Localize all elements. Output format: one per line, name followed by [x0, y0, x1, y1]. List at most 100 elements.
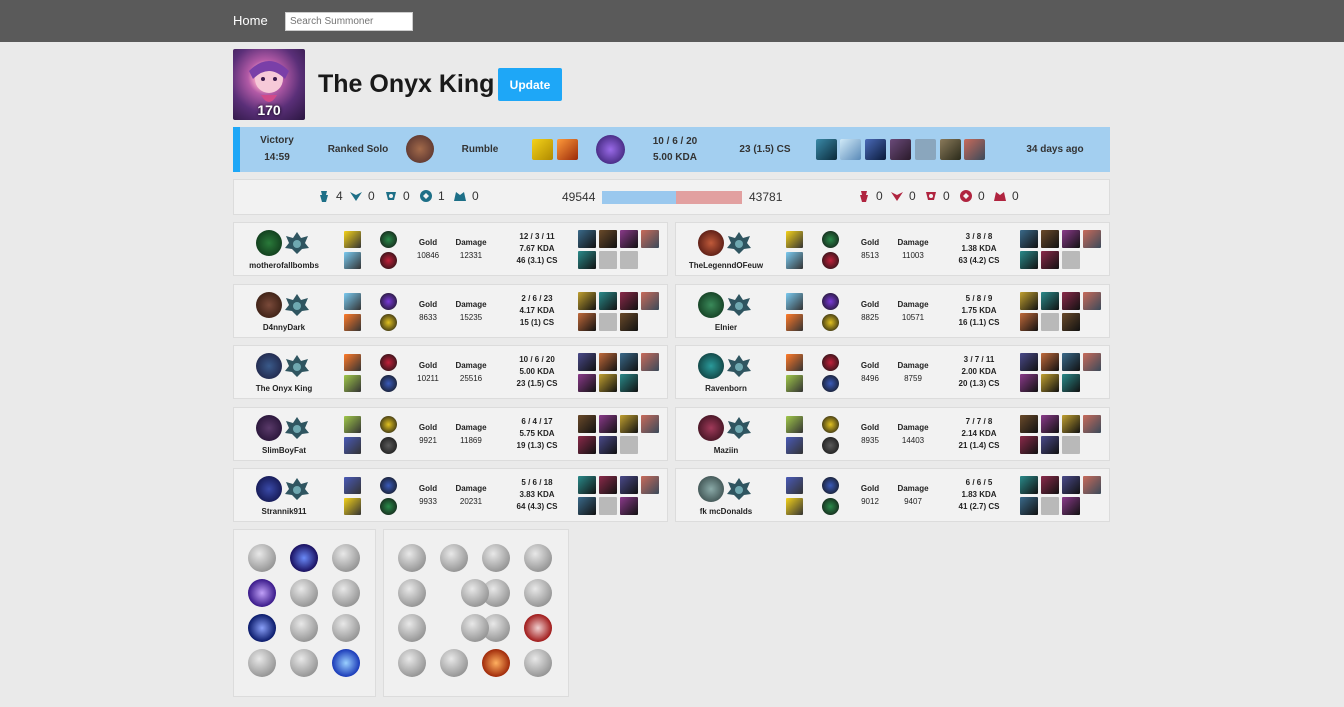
- rank-emblem-icon: [285, 355, 309, 377]
- rank-emblem-icon: [727, 416, 751, 439]
- damage-label: Damage: [455, 484, 487, 493]
- dragon-icon: [960, 190, 972, 202]
- gold-label: Gold: [860, 361, 880, 370]
- update-button[interactable]: Update: [498, 68, 562, 101]
- player-name[interactable]: motherofallbombs: [234, 261, 334, 270]
- tower-icon: [320, 191, 328, 202]
- player-cs: 46 (3.1) CS: [516, 256, 558, 265]
- summoner-spell-icon: [344, 415, 361, 433]
- summoner-spell-icon: [344, 354, 361, 371]
- item-icon: [1062, 291, 1080, 310]
- selected-rune-icon: [290, 544, 318, 572]
- player-card[interactable]: Elnier Gold 8825 Damage 10571 5 / 8 / 9 …: [675, 283, 1110, 338]
- item-icon: [620, 353, 638, 371]
- red-dragons: 0: [959, 189, 985, 203]
- player-stats: 3 / 7 / 11 2.00 KDA 20 (1.3) CS: [944, 354, 1014, 390]
- queue-type: Ranked Solo: [327, 144, 389, 155]
- damage-label: Damage: [455, 299, 487, 309]
- trinket-icon: [1083, 230, 1101, 248]
- damage-label: Damage: [455, 422, 487, 432]
- player-card[interactable]: motherofallbombs Gold 10846 Damage 12331…: [233, 222, 668, 276]
- rune-icon: [398, 544, 426, 572]
- item-icon: [1020, 414, 1038, 433]
- summoner-spell-icon: [344, 313, 361, 331]
- summoner-spell-icon: [786, 415, 803, 433]
- trinket-icon: [641, 476, 659, 494]
- damage-label: Damage: [897, 299, 929, 309]
- summoner-spell-icon: [344, 436, 361, 454]
- trinket-icon: [1083, 353, 1101, 371]
- trinket-icon: [641, 230, 659, 248]
- blue-dragons: 1: [419, 189, 445, 203]
- damage-value: 11869: [460, 435, 482, 445]
- rune-icon: [398, 614, 426, 642]
- player-card[interactable]: TheLegenndOFeuw Gold 8513 Damage 11003 3…: [675, 222, 1110, 276]
- herald-icon: [454, 192, 466, 201]
- player-card[interactable]: D4nnyDark Gold 8633 Damage 15235 2 / 6 /…: [233, 283, 668, 338]
- player-card[interactable]: SlimBoyFat Gold 9921 Damage 11869 6 / 4 …: [233, 406, 668, 461]
- champion-portrait-icon: [698, 414, 724, 441]
- item-icon: [840, 139, 861, 160]
- player-name[interactable]: Elnier: [676, 323, 776, 332]
- item-icon: [1041, 353, 1059, 371]
- red-towers-count: 0: [876, 189, 883, 203]
- item-icon: [578, 374, 596, 392]
- player-kda: 2.14 KDA: [961, 428, 997, 438]
- player-kda: 2.00 KDA: [961, 367, 997, 376]
- player-name[interactable]: Strannik911: [234, 507, 334, 516]
- player-card[interactable]: The Onyx King Gold 10211 Damage 25516 10…: [233, 345, 668, 399]
- player-card[interactable]: Maziin Gold 8935 Damage 14403 7 / 7 / 8 …: [675, 406, 1110, 461]
- blue-gold-fill: [602, 191, 677, 204]
- player-stats: 7 / 7 / 8 2.14 KDA 21 (1.4) CS: [944, 416, 1014, 452]
- rune-icon: [524, 579, 552, 607]
- top-nav-bar: Home: [0, 0, 1344, 42]
- player-name[interactable]: Ravenborn: [676, 384, 776, 393]
- rune-icon: [461, 579, 489, 607]
- player-name[interactable]: SlimBoyFat: [234, 446, 334, 455]
- rank-emblem-icon: [727, 293, 751, 316]
- player-cs: 19 (1.3) CS: [516, 440, 558, 450]
- trinket-icon: [641, 353, 659, 371]
- champion-portrait-icon: [256, 230, 282, 256]
- rank-emblem-icon: [285, 293, 309, 316]
- keystone-rune-icon: [822, 292, 839, 310]
- player-name[interactable]: The Onyx King: [234, 384, 334, 393]
- secondary-rune-icon: [380, 313, 397, 331]
- player-card[interactable]: Strannik911 Gold 9933 Damage 20231 5 / 6…: [233, 468, 668, 522]
- keystone-rune-icon: [380, 415, 397, 433]
- champion-portrait-icon: [256, 353, 282, 379]
- gold-value: 9921: [419, 435, 437, 445]
- empty-item-slot: [599, 497, 617, 515]
- match-summary-bar[interactable]: Victory 14:59 Ranked Solo Rumble 10 / 6 …: [233, 127, 1110, 172]
- player-name[interactable]: TheLegenndOFeuw: [676, 261, 776, 270]
- item-icon: [1020, 291, 1038, 310]
- item-icon: [1020, 251, 1038, 269]
- summoner-name: The Onyx King: [318, 70, 495, 98]
- selected-rune-icon: [524, 614, 552, 642]
- item-icon: [1041, 251, 1059, 269]
- search-summoner-input[interactable]: [285, 12, 413, 31]
- team-gold-bar: [602, 191, 742, 204]
- gold-label: Gold: [418, 361, 438, 370]
- rune-icon: [332, 614, 360, 642]
- gold-label: Gold: [418, 238, 438, 247]
- gold-label: Gold: [418, 484, 438, 493]
- player-name[interactable]: fk mcDonalds: [676, 507, 776, 516]
- tower-icon: [860, 191, 868, 202]
- player-score: 3 / 8 / 8: [965, 232, 993, 241]
- item-icon: [578, 497, 596, 515]
- item-icon: [578, 312, 596, 331]
- player-card[interactable]: fk mcDonalds Gold 9012 Damage 9407 6 / 6…: [675, 468, 1110, 522]
- keystone-rune-icon: [380, 354, 397, 371]
- champion-portrait-icon: [698, 353, 724, 379]
- player-name[interactable]: D4nnyDark: [234, 323, 334, 332]
- damage-value: 25516: [459, 374, 483, 383]
- secondary-rune-icon: [822, 375, 839, 392]
- item-icon: [599, 414, 617, 433]
- player-name[interactable]: Maziin: [676, 446, 776, 455]
- player-stats: 2 / 6 / 23 4.17 KDA 15 (1) CS: [502, 293, 572, 329]
- blue-inhibitors-count: 0: [368, 189, 375, 203]
- player-card[interactable]: Ravenborn Gold 8496 Damage 8759 3 / 7 / …: [675, 345, 1110, 399]
- herald-icon: [994, 192, 1006, 201]
- home-link[interactable]: Home: [233, 13, 268, 28]
